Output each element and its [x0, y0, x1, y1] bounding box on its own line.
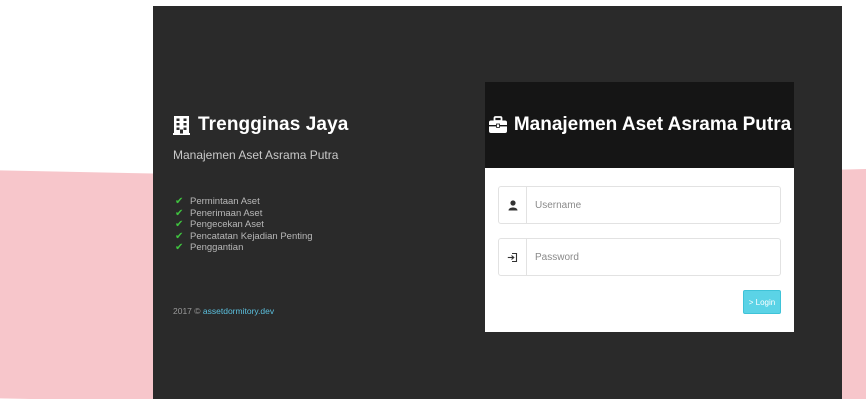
main-panel: Trengginas Jaya Manajemen Aset Asrama Pu… [153, 6, 842, 399]
login-card: Manajemen Aset Asrama Putra Username > L… [485, 82, 794, 332]
login-icon [499, 239, 527, 275]
brand-title: Trengginas Jaya [198, 114, 349, 135]
briefcase-icon [488, 116, 508, 134]
check-icon: ✔ [175, 219, 184, 230]
check-icon: ✔ [175, 207, 184, 219]
brand: Trengginas Jaya [173, 114, 348, 136]
feature-list: ✔ Permintaan Aset ✔ Penerimaan Aset ✔ Penge… [175, 196, 313, 254]
brand-subtitle: Manajemen Aset Asrama Putra [173, 148, 339, 162]
footer-copyright: 2017 © [173, 306, 203, 316]
login-title: Manajemen Aset Asrama Putra [513, 114, 792, 135]
list-item: ✔ Pengecekan Aset [175, 219, 264, 230]
login-form: > Login [485, 168, 794, 314]
building-icon [173, 115, 190, 135]
username-input[interactable] [527, 187, 780, 223]
check-icon: ✔ [175, 242, 184, 253]
password-input[interactable] [527, 239, 780, 275]
footer: 2017 © assetdormitory.dev [173, 306, 274, 316]
list-item: ✔ Pencatatan Kejadian Penting [175, 230, 313, 242]
login-button[interactable]: > Login [743, 290, 781, 314]
login-card-header: Manajemen Aset Asrama Putra [485, 82, 794, 168]
footer-link[interactable]: assetdormitory.dev [203, 306, 274, 316]
list-item: ✔ Penerimaan Aset [175, 207, 263, 219]
login-actions: > Login [498, 290, 781, 314]
password-group [498, 238, 781, 276]
background-band-left [0, 170, 160, 399]
username-group [498, 186, 781, 224]
check-icon: ✔ [175, 230, 184, 242]
list-item: ✔ Permintaan Aset [175, 196, 260, 207]
check-icon: ✔ [175, 196, 184, 207]
list-item: ✔ Penggantian [175, 242, 244, 253]
user-icon [499, 187, 527, 223]
